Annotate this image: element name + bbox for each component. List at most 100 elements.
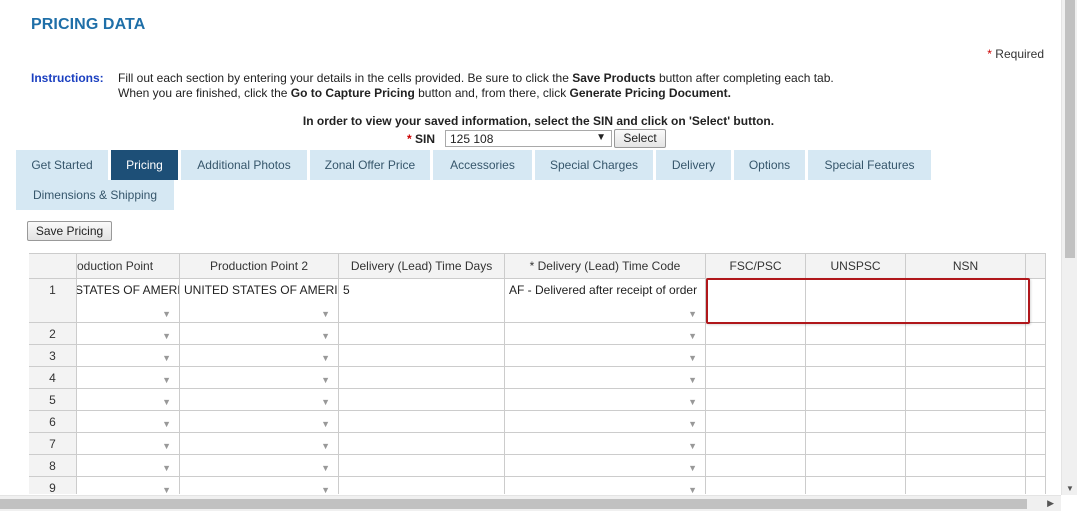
triangle-down-icon[interactable]: ▼: [321, 331, 330, 341]
column-header[interactable]: NSN: [906, 254, 1026, 279]
grid-cell[interactable]: ▼: [505, 389, 706, 411]
grid-cell[interactable]: ▼: [180, 323, 339, 345]
grid-cell[interactable]: ▼: [77, 389, 180, 411]
grid-cell[interactable]: [706, 367, 806, 389]
grid-cell[interactable]: [339, 389, 505, 411]
triangle-down-icon[interactable]: ▼: [688, 331, 697, 341]
triangle-down-icon[interactable]: ▼: [162, 309, 171, 319]
triangle-down-icon[interactable]: ▼: [162, 397, 171, 407]
triangle-down-icon[interactable]: ▼: [162, 419, 171, 429]
grid-cell[interactable]: 5: [339, 279, 505, 323]
arrow-down-icon[interactable]: ▼: [1066, 484, 1074, 493]
grid-cell[interactable]: [906, 389, 1026, 411]
grid-cell[interactable]: [706, 279, 806, 323]
grid-cell[interactable]: ▼: [505, 367, 706, 389]
triangle-down-icon[interactable]: ▼: [162, 375, 171, 385]
grid-cell[interactable]: [806, 345, 906, 367]
column-header[interactable]: oduction Point: [77, 254, 180, 279]
grid-cell[interactable]: [339, 367, 505, 389]
grid-cell[interactable]: [339, 323, 505, 345]
grid-cell[interactable]: [906, 367, 1026, 389]
row-number[interactable]: 2: [29, 323, 77, 345]
triangle-down-icon[interactable]: ▼: [321, 353, 330, 363]
grid-cell[interactable]: [706, 411, 806, 433]
row-number[interactable]: 6: [29, 411, 77, 433]
column-header[interactable]: Delivery (Lead) Time Days: [339, 254, 505, 279]
vertical-scrollbar[interactable]: ▼: [1061, 0, 1077, 495]
grid-cell[interactable]: ▼: [77, 345, 180, 367]
grid-cell[interactable]: ▼: [505, 411, 706, 433]
tab-special-charges[interactable]: Special Charges: [535, 150, 653, 180]
grid-cell[interactable]: ▼: [180, 367, 339, 389]
grid-cell[interactable]: ▼: [180, 477, 339, 494]
row-number[interactable]: 1: [29, 279, 77, 323]
grid-cell[interactable]: ▼: [505, 345, 706, 367]
triangle-down-icon[interactable]: ▼: [321, 397, 330, 407]
row-number[interactable]: 8: [29, 455, 77, 477]
triangle-down-icon[interactable]: ▼: [688, 353, 697, 363]
column-header[interactable]: * Delivery (Lead) Time Code: [505, 254, 706, 279]
tab-delivery[interactable]: Delivery: [656, 150, 731, 180]
tab-dimensions-shipping[interactable]: Dimensions & Shipping: [16, 180, 174, 210]
row-number[interactable]: 3: [29, 345, 77, 367]
grid-cell[interactable]: [806, 455, 906, 477]
grid-cell[interactable]: [706, 477, 806, 494]
grid-cell[interactable]: [339, 477, 505, 494]
triangle-down-icon[interactable]: ▼: [688, 309, 697, 319]
grid-cell[interactable]: [806, 389, 906, 411]
grid-cell[interactable]: [906, 455, 1026, 477]
grid-cell[interactable]: ▼: [77, 367, 180, 389]
tab-zonal-offer-price[interactable]: Zonal Offer Price: [310, 150, 430, 180]
grid-cell[interactable]: [339, 345, 505, 367]
grid-cell[interactable]: STATES OF AMERIC ▼: [77, 279, 180, 323]
triangle-down-icon[interactable]: ▼: [688, 419, 697, 429]
grid-cell[interactable]: [806, 433, 906, 455]
grid-cell[interactable]: [706, 433, 806, 455]
grid-cell[interactable]: ▼: [77, 455, 180, 477]
tab-special-features[interactable]: Special Features: [808, 150, 931, 180]
save-pricing-button[interactable]: Save Pricing: [27, 221, 112, 241]
horizontal-scrollbar[interactable]: ▶: [0, 495, 1061, 511]
grid-cell[interactable]: [806, 279, 906, 323]
triangle-down-icon[interactable]: ▼: [688, 485, 697, 494]
grid-cell[interactable]: [906, 433, 1026, 455]
grid-cell[interactable]: ▼: [77, 477, 180, 494]
grid-cell[interactable]: [706, 345, 806, 367]
grid-cell[interactable]: [339, 433, 505, 455]
grid-cell[interactable]: [806, 323, 906, 345]
grid-cell[interactable]: AF - Delivered after receipt of order ▼: [505, 279, 706, 323]
horizontal-scroll-thumb[interactable]: [0, 499, 1027, 509]
grid-cell[interactable]: [706, 389, 806, 411]
grid-cell[interactable]: ▼: [180, 345, 339, 367]
triangle-down-icon[interactable]: ▼: [321, 485, 330, 494]
column-header[interactable]: UNSPSC: [806, 254, 906, 279]
grid-cell[interactable]: [339, 411, 505, 433]
grid-cell[interactable]: [906, 411, 1026, 433]
row-number[interactable]: 5: [29, 389, 77, 411]
grid-cell[interactable]: UNITED STATES OF AMERIC ▼: [180, 279, 339, 323]
triangle-down-icon[interactable]: ▼: [321, 463, 330, 473]
triangle-down-icon[interactable]: ▼: [162, 331, 171, 341]
triangle-down-icon[interactable]: ▼: [162, 463, 171, 473]
grid-cell[interactable]: [706, 323, 806, 345]
grid-cell[interactable]: ▼: [505, 323, 706, 345]
tab-accessories[interactable]: Accessories: [433, 150, 532, 180]
grid-cell[interactable]: ▼: [180, 411, 339, 433]
triangle-down-icon[interactable]: ▼: [688, 397, 697, 407]
grid-cell[interactable]: [706, 455, 806, 477]
grid-cell[interactable]: ▼: [505, 433, 706, 455]
triangle-down-icon[interactable]: ▼: [321, 441, 330, 451]
grid-cell[interactable]: ▼: [77, 433, 180, 455]
arrow-right-icon[interactable]: ▶: [1047, 498, 1054, 509]
grid-cell[interactable]: [806, 477, 906, 494]
grid-cell[interactable]: [906, 323, 1026, 345]
grid-cell[interactable]: ▼: [505, 455, 706, 477]
triangle-down-icon[interactable]: ▼: [321, 375, 330, 385]
triangle-down-icon[interactable]: ▼: [688, 463, 697, 473]
triangle-down-icon[interactable]: ▼: [688, 441, 697, 451]
sin-select[interactable]: 125 108 ▼: [445, 130, 612, 147]
triangle-down-icon[interactable]: ▼: [321, 309, 330, 319]
column-header[interactable]: Production Point 2: [180, 254, 339, 279]
column-header[interactable]: FSC/PSC: [706, 254, 806, 279]
row-number[interactable]: 4: [29, 367, 77, 389]
